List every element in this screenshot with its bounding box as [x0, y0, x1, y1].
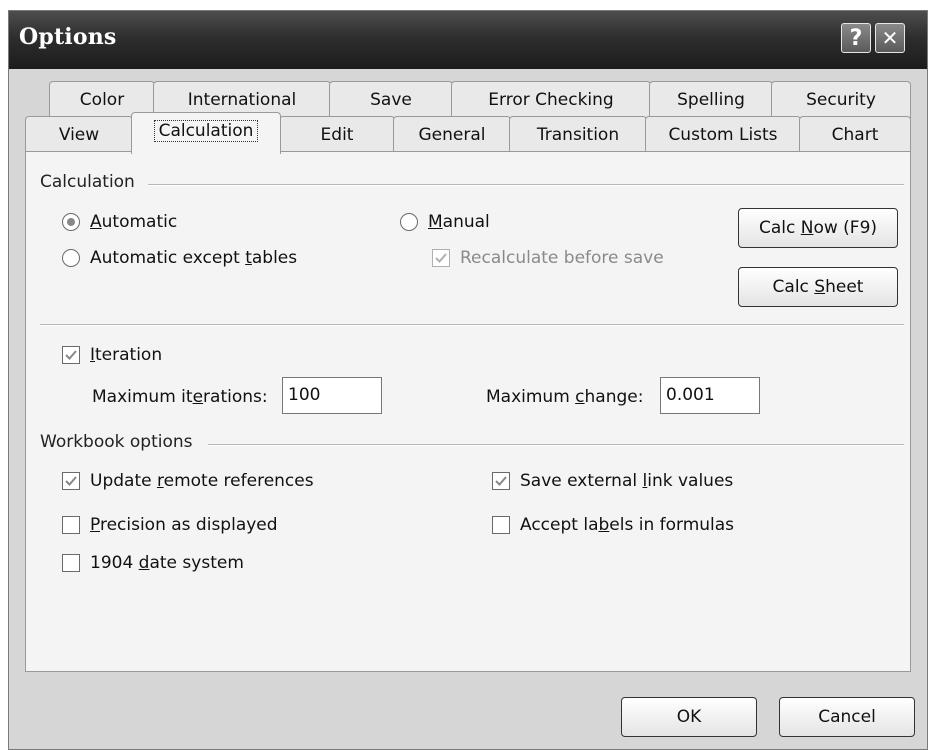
recalculate-before-save-label: Recalculate before save [460, 248, 664, 268]
help-button[interactable]: ? [841, 23, 871, 53]
tab-spelling[interactable]: Spelling [649, 81, 773, 119]
tab-label: Chart [831, 125, 879, 145]
tab-label: Error Checking [488, 90, 614, 110]
checkmark-icon [65, 350, 77, 360]
update-remote-references-label[interactable]: Update remote references [90, 471, 314, 491]
close-icon: ✕ [881, 26, 899, 50]
tab-label: View [58, 125, 100, 145]
tab-general[interactable]: General [393, 116, 511, 152]
close-button[interactable]: ✕ [875, 23, 905, 53]
precision-as-displayed-checkbox[interactable] [62, 516, 80, 534]
save-external-link-values-checkbox[interactable] [492, 472, 510, 490]
ok-button[interactable]: OK [621, 697, 757, 737]
tab-label: International [187, 90, 297, 110]
tab-transition[interactable]: Transition [509, 116, 647, 152]
tab-custom-lists[interactable]: Custom Lists [645, 116, 801, 152]
group-divider [148, 184, 904, 186]
group-divider [208, 444, 904, 446]
automatic-except-tables-radio[interactable] [62, 249, 80, 267]
max-iterations-label: Maximum iterations: [92, 387, 268, 407]
title-bar[interactable]: Options ? ✕ [9, 11, 927, 69]
save-external-link-values-label[interactable]: Save external link values [520, 471, 733, 491]
dialog-title: Options [19, 24, 117, 50]
accept-labels-in-formulas-checkbox[interactable] [492, 516, 510, 534]
recalculate-before-save-checkbox[interactable] [432, 249, 450, 267]
cancel-button[interactable]: Cancel [779, 697, 915, 737]
tab-label: General [418, 125, 486, 145]
iteration-checkbox[interactable] [62, 346, 80, 364]
calculation-group-title: Calculation [40, 172, 135, 192]
calculation-panel: Calculation Automatic Automatic except t… [25, 151, 911, 672]
workbook-options-group-title: Workbook options [40, 432, 193, 452]
checkmark-icon [65, 476, 77, 486]
manual-label[interactable]: Manual [428, 212, 490, 232]
calc-sheet-button[interactable]: Calc Sheet [738, 267, 898, 307]
tab-edit[interactable]: Edit [279, 116, 395, 152]
iteration-label[interactable]: Iteration [90, 345, 162, 365]
tab-error-checking[interactable]: Error Checking [451, 81, 651, 119]
tab-label: Security [806, 90, 876, 110]
tab-calculation[interactable]: Calculation [131, 112, 281, 154]
manual-radio[interactable] [400, 213, 418, 231]
checkmark-icon [495, 476, 507, 486]
automatic-except-tables-label[interactable]: Automatic except tables [90, 248, 297, 268]
max-iterations-input[interactable]: 100 [282, 377, 382, 414]
tab-label: Color [79, 90, 125, 110]
max-change-input[interactable]: 0.001 [660, 377, 760, 414]
tab-label: Transition [536, 125, 620, 145]
tab-view[interactable]: View [25, 116, 133, 152]
options-dialog: Options ? ✕ Color International Save Err… [8, 10, 928, 750]
date-system-1904-label[interactable]: 1904 date system [90, 553, 244, 573]
tab-label: Save [370, 90, 412, 110]
tab-label: Edit [320, 125, 354, 145]
date-system-1904-checkbox[interactable] [62, 554, 80, 572]
accept-labels-in-formulas-label[interactable]: Accept labels in formulas [520, 515, 734, 535]
tab-security[interactable]: Security [771, 81, 911, 119]
calc-now-button[interactable]: Calc Now (F9) [738, 208, 898, 248]
section-divider [40, 324, 904, 326]
max-change-label: Maximum change: [486, 387, 644, 407]
checkmark-icon [435, 253, 447, 263]
precision-as-displayed-label[interactable]: Precision as displayed [90, 515, 278, 535]
automatic-label[interactable]: Automatic [90, 212, 177, 232]
tab-label: Custom Lists [668, 125, 778, 145]
update-remote-references-checkbox[interactable] [62, 472, 80, 490]
automatic-radio[interactable] [62, 213, 80, 231]
tab-save[interactable]: Save [329, 81, 453, 119]
tab-chart[interactable]: Chart [799, 116, 911, 152]
tab-label: Spelling [677, 90, 745, 110]
tab-label: Calculation [153, 120, 259, 142]
help-icon: ? [849, 26, 863, 51]
